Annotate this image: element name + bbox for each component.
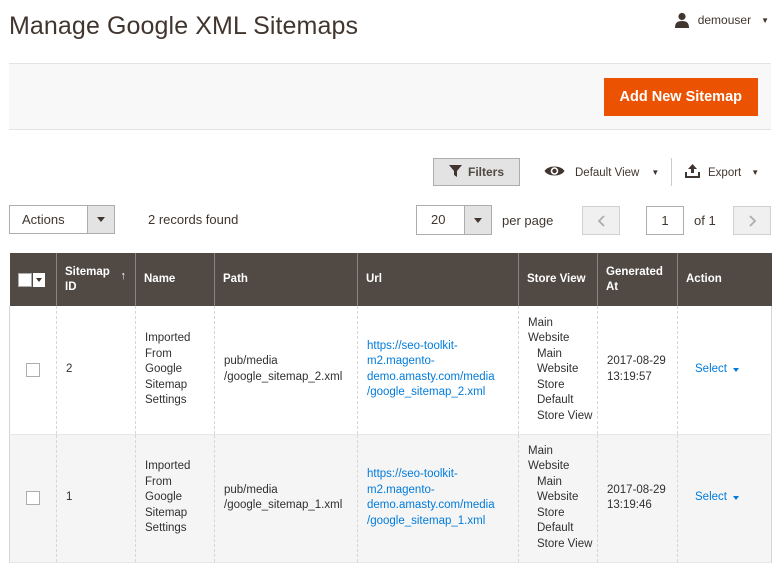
column-header-name[interactable]: Name — [135, 253, 215, 306]
row-action-select[interactable]: Select — [695, 362, 739, 378]
add-new-sitemap-button[interactable]: Add New Sitemap — [603, 78, 758, 116]
eye-icon — [544, 164, 565, 181]
row-action-select[interactable]: Select — [695, 490, 739, 506]
name-cell: Imported From Google Sitemap Settings — [135, 306, 215, 434]
store-view-cell: Main Website Main Website Store Default … — [518, 306, 598, 434]
chevron-down-icon: ▼ — [651, 168, 660, 177]
chevron-down-icon — [464, 206, 491, 234]
store-view: Default Store View — [537, 394, 593, 422]
view-label: Default View — [575, 166, 640, 179]
upload-icon — [685, 164, 700, 181]
previous-page-button[interactable] — [582, 206, 620, 235]
user-account-menu[interactable]: demouser ▼ — [674, 12, 769, 28]
select-all-checkbox[interactable] — [17, 272, 32, 287]
grid-toolbar-top: Filters Default View ▼ Export ▼ — [0, 158, 781, 186]
total-pages-label: of 1 — [694, 213, 716, 228]
generated-at-cell: 2017-08-29 13:19:57 — [597, 306, 678, 434]
table-row: 1 Imported From Google Sitemap Settings … — [9, 434, 772, 562]
action-cell: Select — [677, 306, 772, 434]
toolbar-divider — [671, 158, 672, 186]
per-page-select[interactable]: 20 — [416, 205, 492, 235]
chevron-down-icon — [732, 367, 739, 372]
grid-header-row: Sitemap ID ↑ Name Path Url Store View Ge… — [9, 253, 772, 306]
action-cell: Select — [677, 434, 772, 562]
filters-label: Filters — [467, 165, 504, 179]
page-title: Manage Google XML Sitemaps — [9, 12, 359, 40]
table-row: 2 Imported From Google Sitemap Settings … — [9, 306, 772, 434]
url-cell: https://seo-toolkit-m2.magento-demo.amas… — [357, 306, 519, 434]
row-checkbox-cell — [9, 306, 57, 434]
filters-button[interactable]: Filters — [433, 158, 520, 186]
store-view: Default Store View — [537, 522, 593, 550]
sort-ascending-icon: ↑ — [120, 270, 127, 282]
sitemap-url-link[interactable]: https://seo-toolkit-m2.magento-demo.amas… — [367, 340, 495, 399]
per-page-label: per page — [502, 213, 554, 228]
store-website: Main Website — [528, 444, 570, 473]
chevron-down-icon — [87, 206, 114, 233]
chevron-left-icon — [597, 214, 605, 227]
export-label: Export — [708, 166, 742, 179]
funnel-icon — [448, 164, 462, 180]
column-header-action: Action — [677, 253, 772, 306]
path-cell: pub/media /google_sitemap_2.xml — [214, 306, 358, 434]
url-cell: https://seo-toolkit-m2.magento-demo.amas… — [357, 434, 519, 562]
user-icon — [674, 12, 690, 28]
username-label: demouser — [697, 13, 752, 27]
sitemap-id-cell: 1 — [56, 434, 136, 562]
column-header-url[interactable]: Url — [357, 253, 519, 306]
next-page-button[interactable] — [733, 206, 771, 235]
store-view-cell: Main Website Main Website Store Default … — [518, 434, 598, 562]
sitemap-id-cell: 2 — [56, 306, 136, 434]
row-checkbox[interactable] — [26, 362, 40, 377]
path-cell: pub/media /google_sitemap_1.xml — [214, 434, 358, 562]
generated-at-cell: 2017-08-29 13:19:46 — [597, 434, 678, 562]
chevron-down-icon: ▼ — [761, 15, 769, 25]
row-checkbox-cell — [9, 434, 57, 562]
chevron-down-icon — [732, 496, 739, 500]
export-dropdown[interactable]: Export ▼ — [685, 164, 759, 181]
column-header-store-view[interactable]: Store View — [518, 253, 598, 306]
current-page-input[interactable] — [646, 206, 684, 235]
chevron-right-icon — [748, 214, 756, 227]
sitemaps-grid: Sitemap ID ↑ Name Path Url Store View Ge… — [9, 253, 772, 563]
chevron-down-icon — [32, 272, 45, 287]
column-header-generated-at[interactable]: Generated At — [597, 253, 678, 306]
column-header-sitemap-id[interactable]: Sitemap ID ↑ — [56, 253, 136, 306]
row-action-label: Select — [695, 363, 727, 375]
column-header-path[interactable]: Path — [214, 253, 358, 306]
sitemap-url-link[interactable]: https://seo-toolkit-m2.magento-demo.amas… — [367, 468, 495, 527]
mass-select-control[interactable] — [17, 272, 49, 287]
store-website: Main Website — [528, 316, 570, 345]
name-cell: Imported From Google Sitemap Settings — [135, 434, 215, 562]
mass-actions-select[interactable]: Actions — [9, 205, 115, 234]
store-group: Main Website Store — [537, 347, 579, 391]
page-actions-bar: Add New Sitemap — [9, 63, 771, 130]
per-page-value: 20 — [431, 212, 446, 227]
row-checkbox[interactable] — [26, 491, 40, 505]
store-group: Main Website Store — [537, 475, 579, 519]
row-action-label: Select — [695, 491, 727, 504]
mass-actions-label: Actions — [22, 212, 65, 227]
mass-select-header[interactable] — [9, 253, 57, 306]
chevron-down-icon: ▼ — [751, 168, 760, 177]
view-switcher[interactable]: Default View ▼ — [544, 164, 659, 181]
records-found-count: 2 records found — [148, 212, 239, 227]
